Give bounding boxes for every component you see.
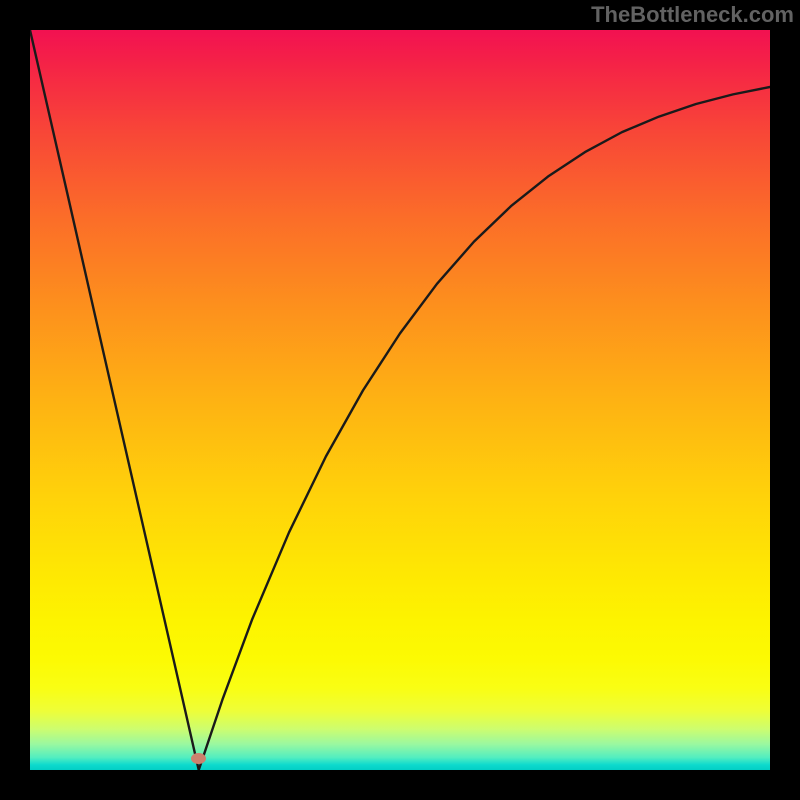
bottleneck-curve xyxy=(30,30,770,770)
plot-area xyxy=(30,30,770,770)
watermark-text: TheBottleneck.com xyxy=(591,2,794,28)
chart-frame: TheBottleneck.com xyxy=(0,0,800,800)
